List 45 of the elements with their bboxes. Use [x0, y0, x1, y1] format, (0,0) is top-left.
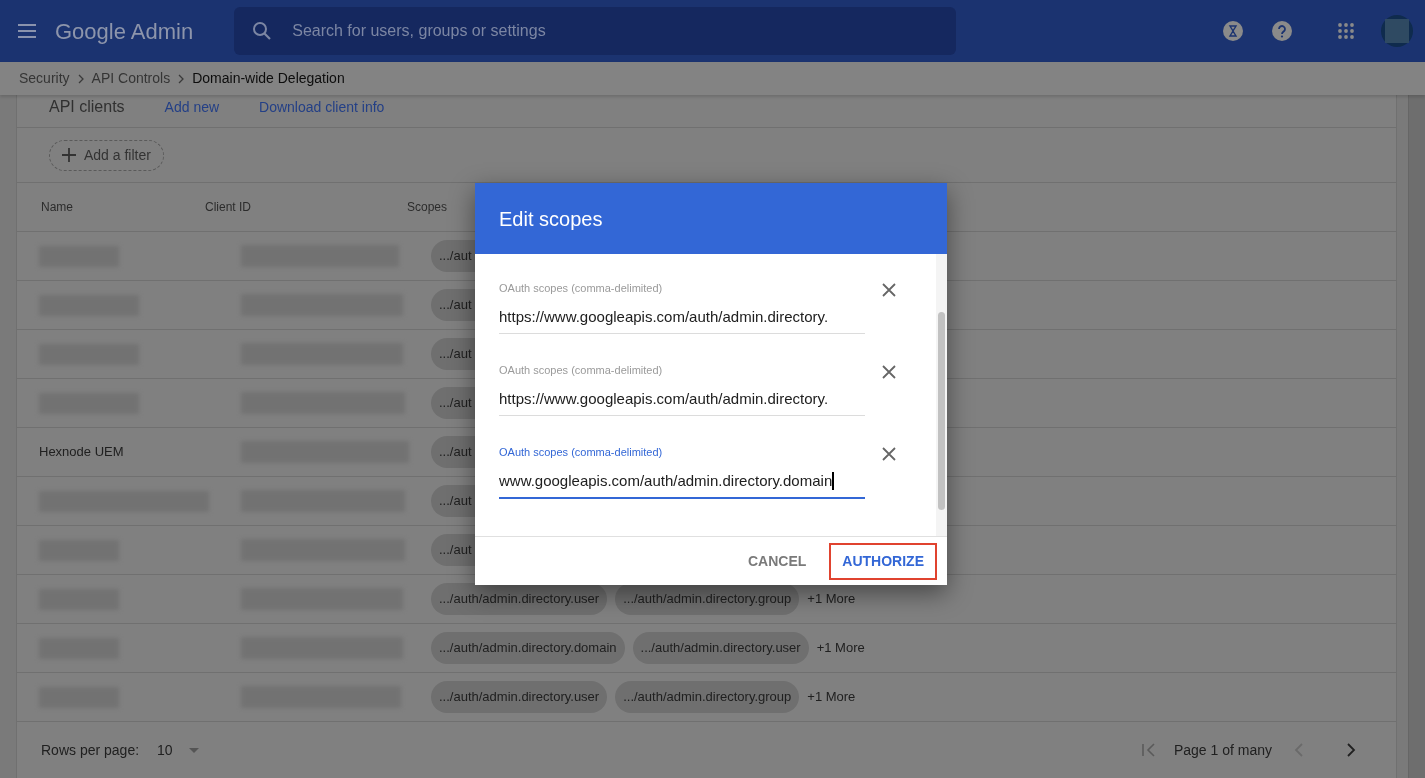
authorize-button[interactable]: AUTHORIZE: [829, 542, 937, 580]
more-link[interactable]: +1 More: [807, 589, 856, 609]
column-header[interactable]: Client ID: [205, 198, 407, 216]
dialog-scrollbar[interactable]: [936, 254, 947, 536]
cancel-button[interactable]: CANCEL: [735, 542, 820, 580]
table-cell-text: Hexnode UEM: [39, 443, 124, 462]
app-logo[interactable]: Google Admin: [55, 14, 194, 48]
section-link[interactable]: Download client info: [259, 96, 385, 118]
column-header[interactable]: Name: [17, 198, 205, 216]
plus-icon: [62, 148, 76, 162]
dropdown-caret-icon: [188, 747, 199, 753]
rows-per-page-select[interactable]: 10: [157, 739, 199, 761]
page-indicator: Page 1 of many: [1173, 740, 1272, 760]
page-scrollbar[interactable]: [1408, 95, 1425, 778]
scope-chip: .../auth/admin.directory.user: [431, 583, 608, 615]
help-icon[interactable]: [1272, 21, 1292, 41]
close-icon[interactable]: [881, 282, 897, 298]
search-input[interactable]: Search for users, groups or settings: [292, 19, 939, 43]
scope-chip: .../auth/admin.directory.user: [431, 681, 608, 713]
scope-input[interactable]: https://www.googleapis.com/auth/admin.directory.: [499, 305, 865, 334]
search-field[interactable]: Search for users, groups or settings: [234, 7, 957, 55]
dialog-title: Edit scopes: [499, 206, 603, 232]
breadcrumb-link[interactable]: API Controls: [91, 68, 171, 89]
scope-chip: .../auth/admin.directory.group: [615, 583, 800, 615]
next-page-icon[interactable]: [1346, 743, 1356, 757]
close-icon[interactable]: [881, 364, 897, 380]
chevron-right-icon: [178, 73, 185, 84]
section-title: API clients: [49, 97, 125, 117]
scope-chip: .../auth/admin.directory.group: [615, 681, 800, 713]
menu-icon[interactable]: [18, 24, 36, 38]
hourglass-icon[interactable]: [1223, 21, 1243, 41]
rows-per-page-label: Rows per page:: [41, 740, 140, 760]
breadcrumb-link[interactable]: Security: [19, 68, 70, 89]
search-icon: [252, 21, 273, 41]
scope-input[interactable]: https://www.googleapis.com/auth/admin.directory.: [499, 387, 865, 416]
column-header[interactable]: Scopes: [407, 198, 448, 216]
scope-chip: .../auth/admin.directory.domain: [431, 632, 625, 664]
more-link[interactable]: +1 More: [807, 687, 856, 707]
apps-grid-icon[interactable]: [1337, 22, 1355, 40]
chevron-right-icon: [77, 73, 84, 84]
more-link[interactable]: +1 More: [816, 638, 865, 658]
scope-chip: .../auth/admin.directory.user: [632, 632, 809, 664]
scope-input[interactable]: www.googleapis.com/auth/admin.directory.domain: [499, 469, 865, 499]
close-icon[interactable]: [881, 446, 897, 462]
section-link[interactable]: Add new: [164, 96, 220, 118]
